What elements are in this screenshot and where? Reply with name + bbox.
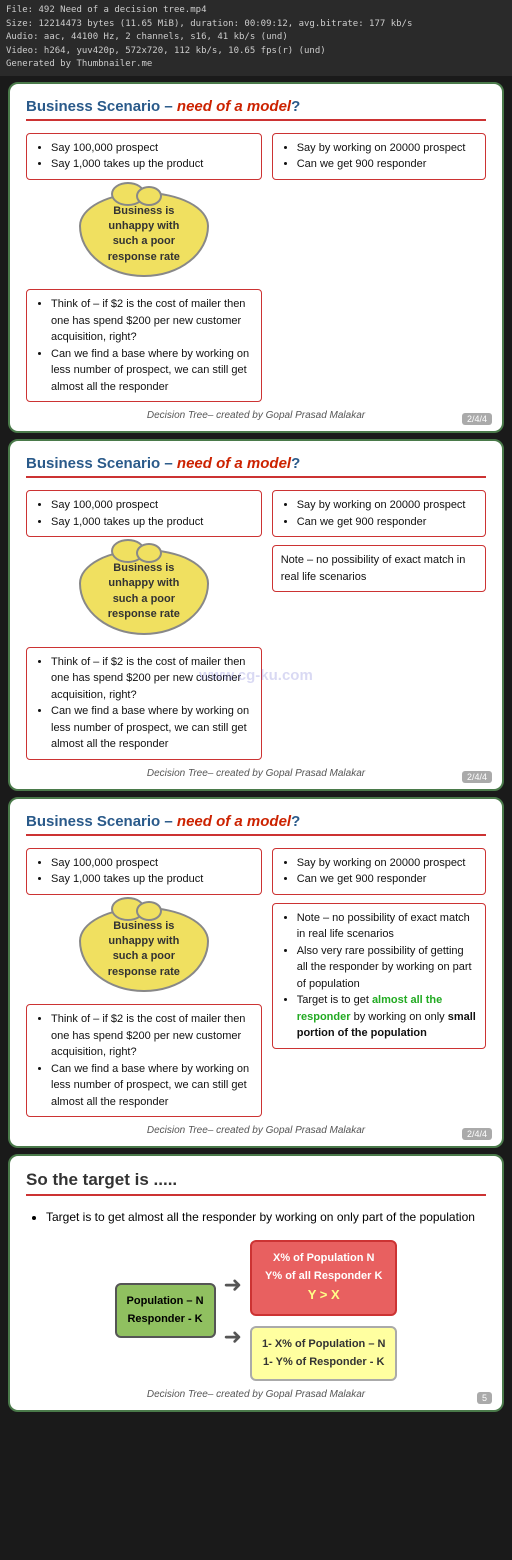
slide2-title-end: ? [291, 455, 300, 472]
slide1-bullet1-item1: Say 100,000 prospect [51, 140, 253, 157]
slide3-title-normal: Business Scenario – [26, 813, 177, 830]
slide-3: Business Scenario – need of a model? Say… [8, 797, 504, 1149]
slide1-cloud-container: Business is unhappy with such a poor res… [26, 192, 262, 278]
slide3-num: 2/4/4 [462, 1128, 492, 1140]
slide3-content: Say 100,000 prospect Say 1,000 takes up … [26, 848, 486, 1118]
slide-4: So the target is ..... Target is to get … [8, 1154, 504, 1412]
slide4-title: So the target is ..... [26, 1170, 486, 1196]
slide3-bullet-box-2: Think of – if $2 is the cost of mailer t… [26, 1004, 262, 1117]
slide3-right-bullet1: Say by working on 20000 prospect Can we … [272, 848, 486, 895]
slide2-cloud: Business is unhappy with such a poor res… [79, 549, 209, 635]
slide1-title: Business Scenario – need of a model? [26, 98, 486, 121]
slide3-note-item2: Also very rare possibility of getting al… [297, 943, 477, 993]
slide3-bullet1-item2: Say 1,000 takes up the product [51, 871, 253, 888]
slide1-bullet2-item2: Can we find a base where by working on l… [51, 346, 253, 396]
slide4-result-yellow: 1- X% of Population – N 1- Y% of Respond… [250, 1326, 397, 1381]
slide3-title: Business Scenario – need of a model? [26, 813, 486, 836]
slide-2: Business Scenario – need of a model? Say… [8, 439, 504, 791]
slide3-left-col: Say 100,000 prospect Say 1,000 takes up … [26, 848, 262, 1118]
slide2-right-item1: Say by working on 20000 prospect [297, 497, 477, 514]
slide3-bullet2-item1: Think of – if $2 is the cost of mailer t… [51, 1011, 253, 1061]
file-info-line5: Generated by Thumbnailer.me [6, 58, 506, 72]
slide1-num: 2/4/4 [462, 413, 492, 425]
slide4-bullet-item: Target is to get almost all the responde… [46, 1208, 486, 1226]
slide2-bullet-box-2: Think of – if $2 is the cost of mailer t… [26, 647, 262, 760]
slide3-title-end: ? [291, 813, 300, 830]
slide2-title: Business Scenario – need of a model? [26, 455, 486, 478]
slide2-bullet1-item2: Say 1,000 takes up the product [51, 514, 253, 531]
slide1-title-normal: Business Scenario – [26, 98, 177, 115]
slide2-content: Say 100,000 prospect Say 1,000 takes up … [26, 490, 486, 760]
slide2-bullet2-item2: Can we find a base where by working on l… [51, 703, 253, 753]
slide2-right-col: Say by working on 20000 prospect Can we … [272, 490, 486, 760]
slide4-red-highlight: Y > X [262, 1285, 385, 1306]
slide3-cloud: Business is unhappy with such a poor res… [79, 907, 209, 993]
slide4-bullet-list: Target is to get almost all the responde… [26, 1208, 486, 1226]
slide3-footer: Decision Tree– created by Gopal Prasad M… [26, 1125, 486, 1136]
slide2-footer: Decision Tree– created by Gopal Prasad M… [26, 768, 486, 779]
file-info-line2: Size: 12214473 bytes (11.65 MiB), durati… [6, 18, 506, 32]
slide3-bullet1-item1: Say 100,000 prospect [51, 855, 253, 872]
slide2-note-text: Note – no possibility of exact match in … [281, 552, 477, 585]
slide3-green-text: almost all the responder [297, 994, 443, 1023]
slide2-bullet2-item1: Think of – if $2 is the cost of mailer t… [51, 654, 253, 704]
slide1-right-item1: Say by working on 20000 prospect [297, 140, 477, 157]
slide4-red-line2: Y% of all Responder K [262, 1268, 385, 1286]
slide4-pop-box: Population – N Responder - K [115, 1283, 216, 1338]
slide4-pop-line1: Population – N [127, 1293, 204, 1311]
slide1-right-item2: Can we get 900 responder [297, 156, 477, 173]
slide2-right-item2: Can we get 900 responder [297, 514, 477, 531]
slide4-yellow-line2: 1- Y% of Responder - K [262, 1354, 385, 1372]
slide4-yellow-line1: 1- X% of Population – N [262, 1336, 385, 1354]
slide4-arrows: ➜ ➜ [224, 1274, 242, 1348]
slide4-diagram: Population – N Responder - K ➜ ➜ X% of P… [26, 1240, 486, 1381]
slide1-bullet1-item2: Say 1,000 takes up the product [51, 156, 253, 173]
slide1-bullet2-item1: Think of – if $2 is the cost of mailer t… [51, 296, 253, 346]
slide2-bullet1-item1: Say 100,000 prospect [51, 497, 253, 514]
slide1-left-col: Say 100,000 prospect Say 1,000 takes up … [26, 133, 262, 403]
slide2-left-col: Say 100,000 prospect Say 1,000 takes up … [26, 490, 262, 760]
slide2-right-bullet1: Say by working on 20000 prospect Can we … [272, 490, 486, 537]
slide4-num: 5 [477, 1392, 492, 1404]
slide3-note-item3: Target is to get almost all the responde… [297, 992, 477, 1042]
slide2-title-highlight: need of a model [177, 455, 291, 472]
slide1-bullet-box-2: Think of – if $2 is the cost of mailer t… [26, 289, 262, 402]
file-info-header: File: 492 Need of a decision tree.mp4 Si… [0, 0, 512, 76]
slide4-pop-line2: Responder - K [127, 1311, 204, 1329]
slide3-cloud-container: Business is unhappy with such a poor res… [26, 907, 262, 993]
slide2-num: 2/4/4 [462, 771, 492, 783]
file-info-line3: Audio: aac, 44100 Hz, 2 channels, s16, 4… [6, 31, 506, 45]
slide1-cloud: Business is unhappy with such a poor res… [79, 192, 209, 278]
slide4-footer: Decision Tree– created by Gopal Prasad M… [26, 1389, 486, 1400]
slide4-title-so: So the target is ..... [26, 1170, 177, 1189]
slide1-right-bullet1: Say by working on 20000 prospect Can we … [272, 133, 486, 180]
slide-1: Business Scenario – need of a model? Say… [8, 82, 504, 434]
slide2-bullet-box-1: Say 100,000 prospect Say 1,000 takes up … [26, 490, 262, 537]
slide1-right-col: Say by working on 20000 prospect Can we … [272, 133, 486, 403]
slide3-right-col: Say by working on 20000 prospect Can we … [272, 848, 486, 1118]
slide3-right-item2: Can we get 900 responder [297, 871, 477, 888]
slide2-cloud-container: Business is unhappy with such a poor res… [26, 549, 262, 635]
slide3-bullet-box-1: Say 100,000 prospect Say 1,000 takes up … [26, 848, 262, 895]
slide4-result-red: X% of Population N Y% of all Responder K… [250, 1240, 397, 1316]
slide4-red-line1: X% of Population N [262, 1250, 385, 1268]
slide4-arrow-up: ➜ [224, 1274, 242, 1296]
slide1-bullet-box-1: Say 100,000 prospect Say 1,000 takes up … [26, 133, 262, 180]
file-info-line1: File: 492 Need of a decision tree.mp4 [6, 4, 506, 18]
slide1-content: Say 100,000 prospect Say 1,000 takes up … [26, 133, 486, 403]
slide3-note-item1: Note – no possibility of exact match in … [297, 910, 477, 943]
slide3-title-highlight: need of a model [177, 813, 291, 830]
slide4-arrow-down: ➜ [224, 1326, 242, 1348]
slide4-result-boxes: X% of Population N Y% of all Responder K… [250, 1240, 397, 1381]
file-info-line4: Video: h264, yuv420p, 572x720, 112 kb/s,… [6, 45, 506, 59]
slide1-title-end: ? [291, 98, 300, 115]
slide3-note-box: Note – no possibility of exact match in … [272, 903, 486, 1049]
slide2-note-box: Note – no possibility of exact match in … [272, 545, 486, 592]
slide1-footer: Decision Tree– created by Gopal Prasad M… [26, 410, 486, 421]
slide2-title-normal: Business Scenario – [26, 455, 177, 472]
slide3-bullet2-item2: Can we find a base where by working on l… [51, 1061, 253, 1111]
slide1-title-highlight: need of a model [177, 98, 291, 115]
slide3-right-item1: Say by working on 20000 prospect [297, 855, 477, 872]
